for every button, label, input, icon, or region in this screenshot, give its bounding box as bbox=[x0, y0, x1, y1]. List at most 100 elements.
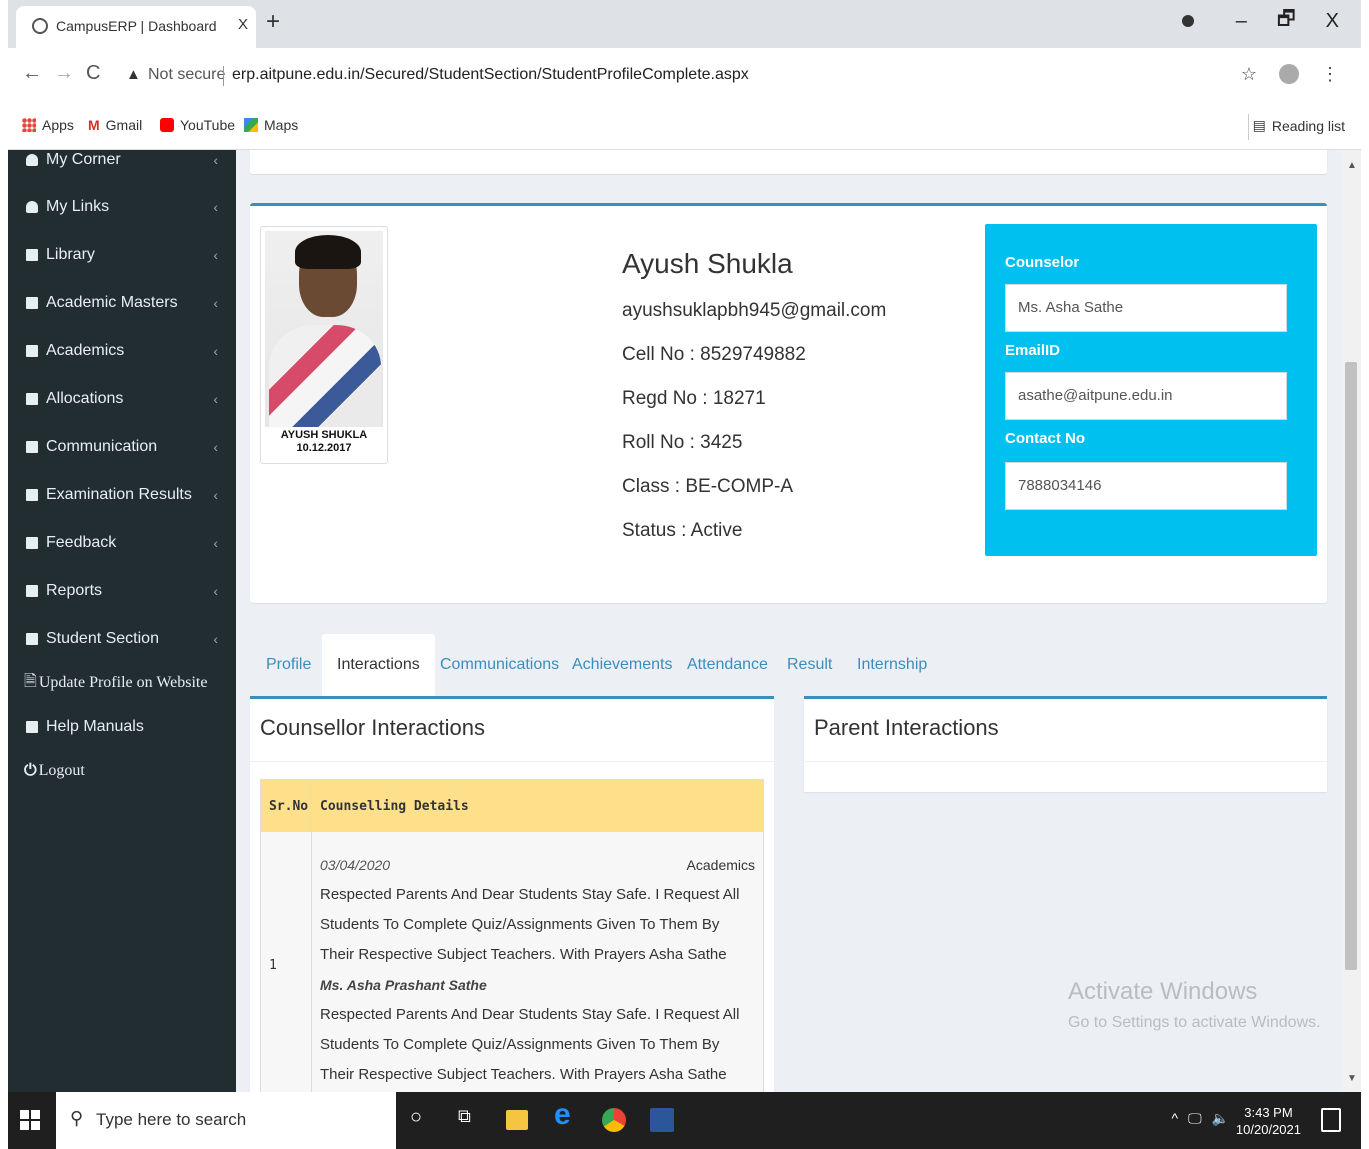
page-scrollbar[interactable]: ▲ ▼ bbox=[1342, 150, 1361, 1092]
chevron-left-icon: ‹ bbox=[213, 535, 218, 551]
counselor-contact-field[interactable]: 7888034146 bbox=[1005, 462, 1287, 510]
table-row: 1 03/04/2020 Academics Respected Parents… bbox=[261, 832, 763, 1092]
forward-icon[interactable]: → bbox=[54, 62, 74, 85]
sidebar-item-label: Library bbox=[46, 246, 95, 263]
folder-icon bbox=[26, 345, 38, 357]
reading-list-label: Reading list bbox=[1271, 117, 1345, 134]
sidebar-item-allocations[interactable]: Allocations ‹ bbox=[8, 375, 236, 423]
task-view-icon[interactable]: ⧉ bbox=[458, 1106, 482, 1130]
watermark-line-1: Activate Windows bbox=[1068, 978, 1258, 1005]
table-header: Sr.No Counselling Details bbox=[261, 780, 763, 832]
browser-tab-bar: CampusERP | Dashboard X + – 🗗 X bbox=[8, 0, 1361, 48]
sidebar-item-academic-masters[interactable]: Academic Masters ‹ bbox=[8, 279, 236, 327]
url-input[interactable]: erp.aitpune.edu.in/Secured/StudentSectio… bbox=[232, 66, 749, 84]
browser-tab[interactable]: CampusERP | Dashboard X bbox=[16, 6, 256, 48]
sidebar-item-help-manuals[interactable]: Help Manuals bbox=[8, 703, 236, 751]
divider bbox=[223, 66, 224, 86]
scrollbar-thumb[interactable] bbox=[1345, 362, 1357, 970]
bookmark-label: Gmail bbox=[105, 117, 143, 133]
chevron-up-icon[interactable]: ^ bbox=[1171, 1110, 1178, 1127]
bookmark-gmail[interactable]: M Gmail bbox=[88, 117, 142, 133]
student-email: ayushsuklapbh945@gmail.com bbox=[622, 300, 887, 321]
taskbar-search-input[interactable]: ⚲ Type here to search bbox=[56, 1092, 396, 1149]
not-secure-label[interactable]: Not secure bbox=[148, 66, 225, 84]
sidebar-item-library[interactable]: Library ‹ bbox=[8, 231, 236, 279]
scroll-up-icon[interactable]: ▲ bbox=[1347, 160, 1357, 171]
tab-attendance[interactable]: Attendance bbox=[687, 634, 768, 696]
bookmark-apps[interactable]: Apps bbox=[22, 117, 74, 133]
tab-communications[interactable]: Communications bbox=[440, 634, 559, 696]
student-cell: Cell No : 8529749882 bbox=[622, 344, 806, 365]
student-regd: Regd No : 18271 bbox=[622, 388, 766, 409]
sidebar-item-student-section[interactable]: Student Section ‹ bbox=[8, 615, 236, 663]
tab-result[interactable]: Result bbox=[787, 634, 832, 696]
sidebar-item-academics[interactable]: Academics ‹ bbox=[8, 327, 236, 375]
cortana-icon[interactable]: ○ bbox=[410, 1106, 434, 1130]
back-icon[interactable]: ← bbox=[22, 62, 42, 85]
youtube-icon bbox=[160, 118, 174, 132]
windows-taskbar: ⚲ Type here to search ○ ⧉ e ^ 🖵 🔈 3:43 P… bbox=[8, 1092, 1361, 1149]
sidebar-item-label: Student Section bbox=[46, 630, 159, 647]
sidebar-item-update-profile[interactable]: 🗎 Update Profile on Website bbox=[8, 659, 236, 707]
chevron-left-icon: ‹ bbox=[213, 391, 218, 407]
chevron-left-icon: ‹ bbox=[213, 631, 218, 647]
folder-icon bbox=[26, 393, 38, 405]
book-icon bbox=[26, 249, 38, 261]
folder-icon bbox=[26, 297, 38, 309]
sidebar-item-label: Help Manuals bbox=[46, 718, 144, 735]
counselor-panel: Counselor Ms. Asha Sathe EmailID asathe@… bbox=[985, 224, 1317, 556]
gmail-icon: M bbox=[88, 117, 100, 133]
sidebar-item-label: My Links bbox=[46, 198, 110, 215]
word-icon[interactable] bbox=[650, 1108, 674, 1132]
folder-icon bbox=[26, 441, 38, 453]
user-icon bbox=[26, 201, 38, 213]
tab-profile[interactable]: Profile bbox=[266, 634, 311, 696]
sidebar-item-my-links[interactable]: My Links ‹ bbox=[8, 183, 236, 231]
row-category: Academics bbox=[686, 857, 755, 873]
window-controls: – 🗗 X bbox=[1181, 4, 1339, 38]
sidebar: My Corner ‹ My Links ‹ Library ‹ Academi… bbox=[8, 150, 236, 1092]
profile-dot-icon[interactable] bbox=[1181, 15, 1194, 27]
sidebar-item-reports[interactable]: Reports ‹ bbox=[8, 567, 236, 615]
warning-icon[interactable]: ▲ bbox=[126, 66, 141, 83]
reload-icon[interactable]: C bbox=[86, 62, 100, 85]
menu-dots-icon[interactable]: ⋮ bbox=[1321, 64, 1339, 85]
reading-list-icon: ▤ bbox=[1252, 117, 1266, 133]
notification-icon[interactable] bbox=[1321, 1108, 1341, 1132]
scroll-down-icon[interactable]: ▼ bbox=[1347, 1073, 1357, 1084]
sidebar-item-feedback[interactable]: Feedback ‹ bbox=[8, 519, 236, 567]
counselor-label: Counselor bbox=[1005, 254, 1080, 271]
divider bbox=[1248, 114, 1249, 140]
windows-start-icon[interactable] bbox=[20, 1110, 40, 1130]
tab-internship[interactable]: Internship bbox=[857, 634, 927, 696]
sidebar-item-examination-results[interactable]: Examination Results ‹ bbox=[8, 471, 236, 519]
reading-list-button[interactable]: ▤ Reading list bbox=[1253, 117, 1345, 134]
clock-time: 3:43 PM bbox=[1244, 1105, 1293, 1120]
network-icon[interactable]: 🖵 bbox=[1188, 1110, 1202, 1127]
edge-icon[interactable]: e bbox=[554, 1098, 578, 1131]
restore-button[interactable]: 🗗 bbox=[1277, 4, 1296, 38]
sidebar-item-logout[interactable]: ⏻ Logout bbox=[8, 747, 236, 795]
folder-icon bbox=[26, 537, 38, 549]
minimize-button[interactable]: – bbox=[1236, 10, 1247, 33]
star-icon[interactable]: ☆ bbox=[1241, 64, 1257, 85]
counselor-name-field[interactable]: Ms. Asha Sathe bbox=[1005, 284, 1287, 332]
close-window-button[interactable]: X bbox=[1326, 10, 1339, 33]
new-tab-button[interactable]: + bbox=[266, 8, 280, 36]
tab-achievements[interactable]: Achievements bbox=[572, 634, 673, 696]
globe-icon bbox=[32, 18, 48, 34]
bookmark-youtube[interactable]: YouTube bbox=[160, 117, 235, 133]
counselor-email-field[interactable]: asathe@aitpune.edu.in bbox=[1005, 372, 1287, 420]
divider bbox=[804, 761, 1327, 762]
tab-close-button[interactable]: X bbox=[238, 16, 248, 33]
file-explorer-icon[interactable] bbox=[506, 1110, 528, 1130]
address-bar-actions: ☆ ⋮ bbox=[1241, 64, 1339, 85]
clock[interactable]: 3:43 PM 10/20/2021 bbox=[1236, 1104, 1301, 1138]
volume-icon[interactable]: 🔈 bbox=[1212, 1110, 1229, 1127]
bookmark-maps[interactable]: Maps bbox=[244, 117, 298, 133]
sidebar-item-my-corner[interactable]: My Corner ‹ bbox=[8, 150, 236, 184]
sidebar-item-communication[interactable]: Communication ‹ bbox=[8, 423, 236, 471]
avatar[interactable] bbox=[1279, 64, 1299, 84]
tab-interactions[interactable]: Interactions bbox=[322, 634, 435, 696]
chrome-icon[interactable] bbox=[602, 1108, 626, 1132]
